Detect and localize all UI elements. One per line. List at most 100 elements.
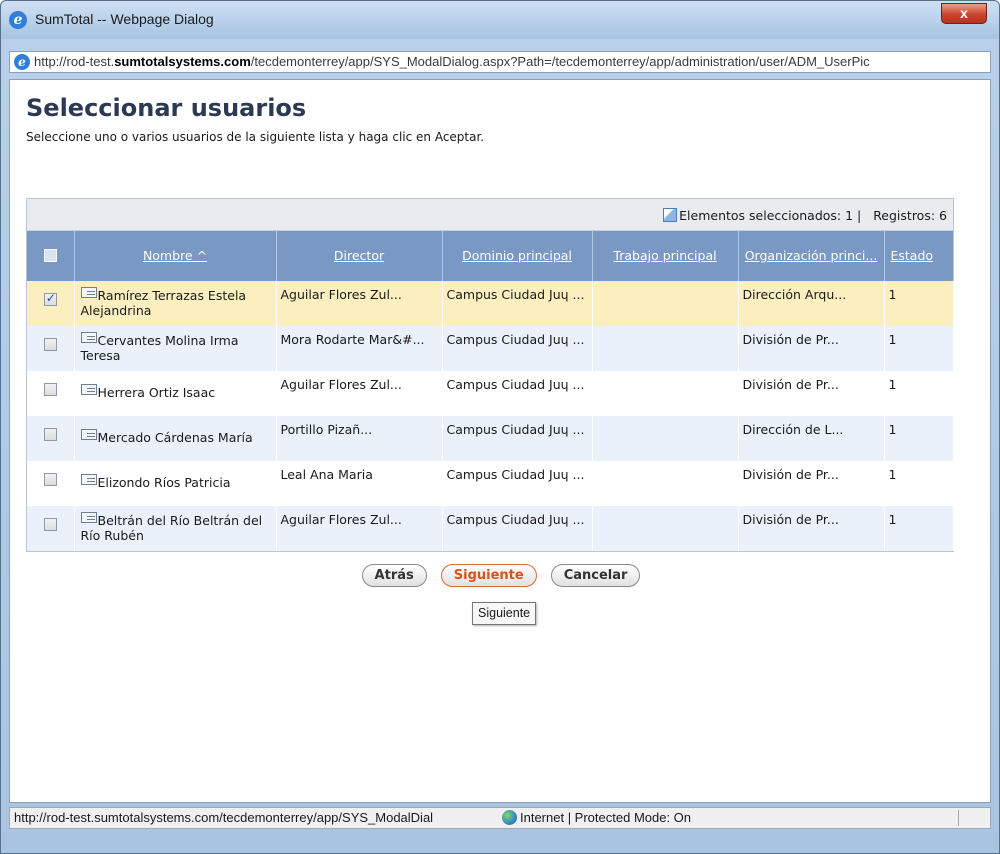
grid-toolbar: Elementos seleccionados: 1 | Registros: … [27, 199, 953, 231]
director-cell: Aguilar Flores Zul... [276, 371, 443, 416]
organization-cell: División de Pr... [738, 326, 885, 371]
name-cell: Ramírez Terrazas Estela Alejandrina [74, 281, 277, 326]
column-header-director[interactable]: Director [276, 231, 443, 281]
user-name: Elizondo Ríos Patricia [97, 475, 231, 490]
records-count: Registros: 6 [873, 208, 947, 223]
table-row[interactable]: Ramírez Terrazas Estela Alejandrina Agui… [27, 281, 954, 326]
domain-cell: Campus Ciudad Juɥ ... [442, 326, 593, 371]
page-title: Seleccionar usuarios [26, 94, 307, 122]
user-card-icon [80, 384, 97, 395]
director-cell: Mora Rodarte Mar&#... [276, 326, 443, 371]
column-header-name[interactable]: Nombre ^ [74, 231, 277, 281]
column-header-organization[interactable]: Organización princi... [738, 231, 885, 281]
row-select-cell [27, 326, 75, 371]
users-table: Nombre ^ Director Dominio principal Trab… [27, 231, 954, 551]
cancel-button[interactable]: Cancelar [550, 564, 641, 587]
action-buttons: Atrás Siguiente Cancelar [10, 564, 990, 587]
security-zone[interactable]: Internet | Protected Mode: On [502, 808, 691, 828]
organization-cell: División de Pr... [738, 371, 885, 416]
user-name: Cervantes Molina Irma Teresa [80, 333, 239, 363]
row-checkbox[interactable] [43, 428, 57, 441]
select-all-checkbox[interactable] [43, 249, 57, 262]
row-select-cell [27, 281, 75, 326]
status-cell: 1 [884, 461, 954, 506]
job-cell [592, 371, 739, 416]
next-button[interactable]: Siguiente [440, 564, 537, 587]
dialog-content: Seleccionar usuarios Seleccione uno o va… [9, 79, 991, 803]
table-row[interactable]: Herrera Ortiz Isaac Aguilar Flores Zul..… [27, 371, 954, 416]
user-name: Herrera Ortiz Isaac [97, 385, 216, 400]
domain-cell: Campus Ciudad Juɥ ... [442, 371, 593, 416]
domain-cell: Campus Ciudad Juɥ ... [442, 506, 593, 551]
name-cell: Beltrán del Río Beltrán del Río Rubén [74, 506, 277, 551]
status-cell: 1 [884, 326, 954, 371]
row-select-cell [27, 371, 75, 416]
selected-count[interactable]: Elementos seleccionados: 1 | [679, 208, 861, 223]
selected-items-icon[interactable] [663, 208, 678, 222]
globe-icon [502, 810, 517, 825]
user-name: Ramírez Terrazas Estela Alejandrina [80, 288, 247, 318]
row-select-cell [27, 506, 75, 551]
close-button[interactable]: x [941, 3, 987, 24]
status-bar: http://rod-test.sumtotalsystems.com/tecd… [9, 807, 991, 829]
url-prefix: http://rod-test. [34, 54, 115, 69]
director-cell: Aguilar Flores Zul... [276, 281, 443, 326]
column-header-job[interactable]: Trabajo principal [592, 231, 739, 281]
director-cell: Portillo Pizañ... [276, 416, 443, 461]
name-cell: Elizondo Ríos Patricia [74, 461, 277, 506]
users-grid: Elementos seleccionados: 1 | Registros: … [26, 198, 954, 552]
page-icon: e [14, 54, 30, 70]
row-checkbox[interactable] [43, 518, 57, 531]
name-cell: Herrera Ortiz Isaac [74, 371, 277, 416]
column-header-domain[interactable]: Dominio principal [442, 231, 593, 281]
status-cell: 1 [884, 281, 954, 326]
job-cell [592, 506, 739, 551]
column-header-status[interactable]: Estado [884, 231, 954, 281]
organization-cell: División de Pr... [738, 506, 885, 551]
status-divider [958, 810, 959, 826]
status-url: http://rod-test.sumtotalsystems.com/tecd… [14, 810, 434, 825]
table-row[interactable]: Mercado Cárdenas María Portillo Pizañ...… [27, 416, 954, 461]
page-description: Seleccione uno o varios usuarios de la s… [26, 130, 485, 144]
job-cell [592, 461, 739, 506]
row-checkbox[interactable] [43, 473, 57, 486]
status-cell: 1 [884, 371, 954, 416]
url-domain: sumtotalsystems.com [114, 54, 251, 69]
director-cell: Aguilar Flores Zul... [276, 506, 443, 551]
zone-label: Internet | Protected Mode: On [520, 810, 692, 825]
user-card-icon [80, 287, 97, 298]
address-bar: e http://rod-test.sumtotalsystems.com/tec… [9, 51, 991, 73]
window-title: SumTotal -- Webpage Dialog [35, 11, 214, 27]
back-button[interactable]: Atrás [361, 564, 427, 587]
next-tooltip: Siguiente [472, 602, 537, 625]
table-header-row: Nombre ^ Director Dominio principal Trab… [27, 231, 954, 281]
status-cell: 1 [884, 416, 954, 461]
table-row[interactable]: Cervantes Molina Irma Teresa Mora Rodart… [27, 326, 954, 371]
name-cell: Cervantes Molina Irma Teresa [74, 326, 277, 371]
user-name: Beltrán del Río Beltrán del Río Rubén [80, 513, 263, 543]
row-select-cell [27, 416, 75, 461]
job-cell [592, 281, 739, 326]
title-bar[interactable]: e SumTotal -- Webpage Dialog x [1, 1, 999, 39]
organization-cell: Dirección Arqu... [738, 281, 885, 326]
job-cell [592, 326, 739, 371]
row-checkbox[interactable] [43, 338, 57, 351]
row-select-cell [27, 461, 75, 506]
domain-cell: Campus Ciudad Juɥ ... [442, 281, 593, 326]
row-checkbox[interactable] [43, 383, 57, 396]
dialog-window: e SumTotal -- Webpage Dialog x e http://r… [0, 0, 1000, 854]
user-name: Mercado Cárdenas María [97, 430, 253, 445]
name-cell: Mercado Cárdenas María [74, 416, 277, 461]
user-card-icon [80, 332, 97, 343]
table-row[interactable]: Elizondo Ríos Patricia Leal Ana Maria Ca… [27, 461, 954, 506]
row-checkbox[interactable] [43, 291, 57, 306]
domain-cell: Campus Ciudad Juɥ ... [442, 416, 593, 461]
user-card-icon [80, 429, 97, 440]
organization-cell: Dirección de L... [738, 416, 885, 461]
url-suffix: /tecdemonterrey/app/SYS_ModalDialog.aspx… [250, 54, 870, 69]
table-row[interactable]: Beltrán del Río Beltrán del Río Rubén Ag… [27, 506, 954, 551]
director-cell: Leal Ana Maria [276, 461, 443, 506]
job-cell [592, 416, 739, 461]
user-card-icon [80, 474, 97, 485]
select-all-header [27, 231, 75, 281]
